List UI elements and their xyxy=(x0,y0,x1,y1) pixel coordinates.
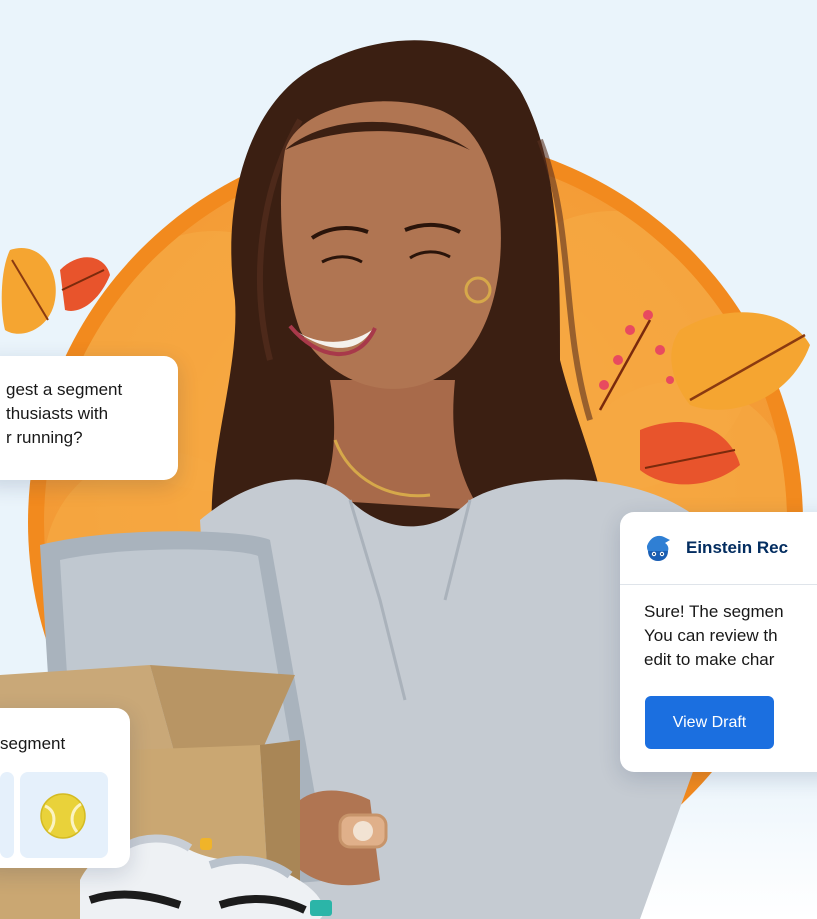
einstein-message: Sure! The segmen You can review th edit … xyxy=(644,600,817,672)
einstein-card-header: Einstein Rec xyxy=(644,534,788,562)
einstein-message-line: edit to make char xyxy=(644,650,775,669)
segment-card: segment xyxy=(0,708,130,868)
einstein-message-line: Sure! The segmen xyxy=(644,602,784,621)
user-prompt-card: gest a segment thusiasts with r running? xyxy=(0,356,178,480)
user-prompt-text: gest a segment thusiasts with r running? xyxy=(6,378,176,450)
view-draft-button[interactable]: View Draft xyxy=(645,696,774,749)
tennis-ball-icon xyxy=(40,793,86,839)
user-prompt-line: gest a segment xyxy=(6,380,123,399)
einstein-message-line: You can review th xyxy=(644,626,778,645)
einstein-card-title: Einstein Rec xyxy=(686,538,789,557)
segment-card-label: segment xyxy=(0,734,66,753)
einstein-card-divider xyxy=(620,584,817,585)
user-prompt-line: r running? xyxy=(6,428,83,447)
hero-illustration: gest a segment thusiasts with r running?… xyxy=(0,0,817,919)
user-prompt-line: thusiasts with xyxy=(6,404,109,423)
segment-tile[interactable] xyxy=(0,772,14,858)
einstein-mascot-icon xyxy=(647,535,670,561)
einstein-response-card: Einstein Rec Sure! The segmen You can re… xyxy=(620,512,817,772)
